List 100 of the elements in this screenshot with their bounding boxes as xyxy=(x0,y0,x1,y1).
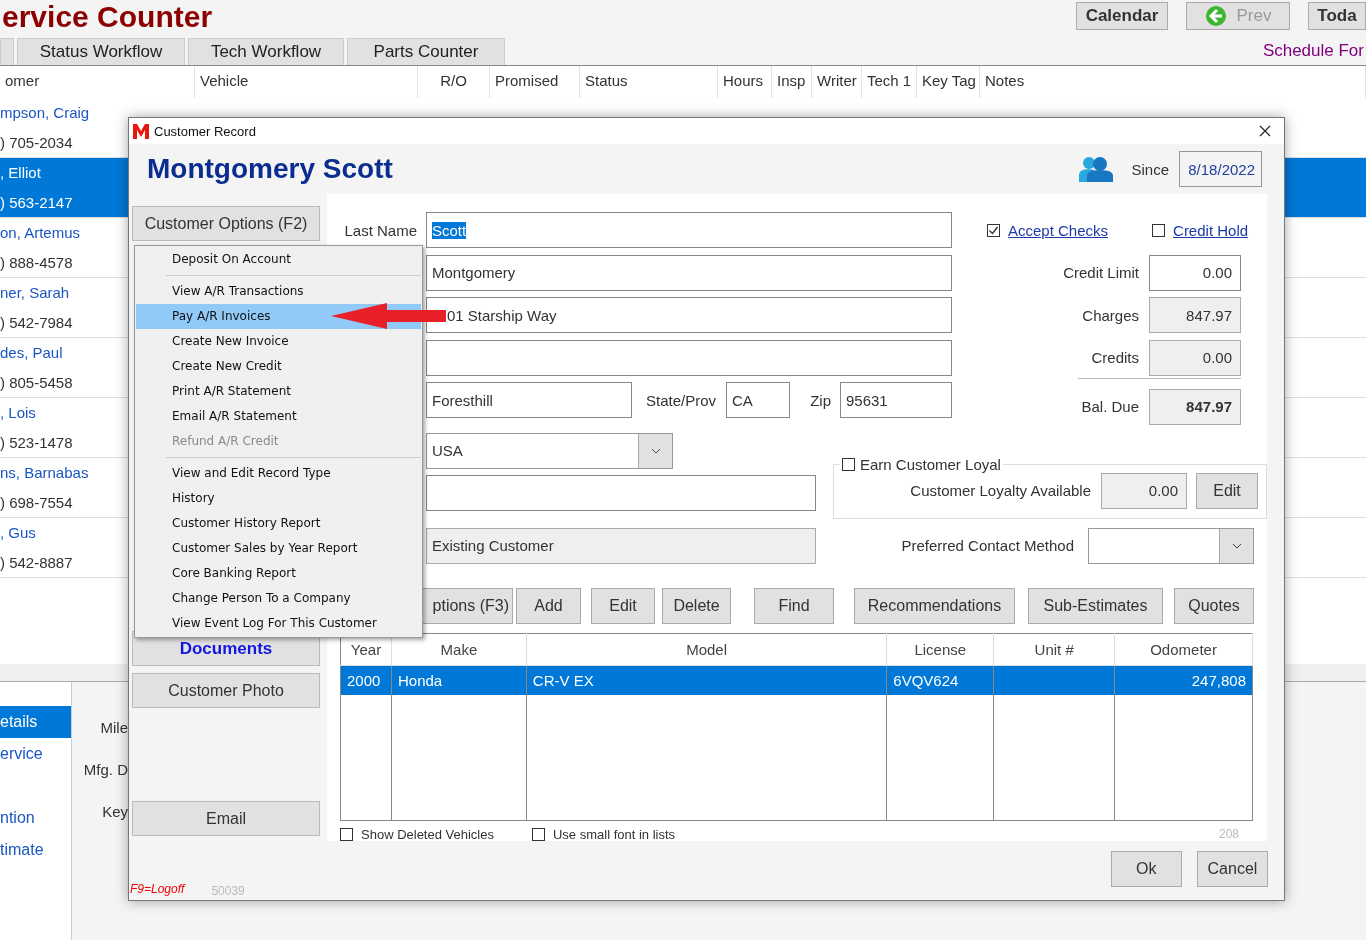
menu-item[interactable]: Create New Credit xyxy=(136,354,421,379)
action-button[interactable]: Find xyxy=(754,587,834,624)
phone-number: ) 523-1478 xyxy=(0,433,73,453)
vehicle-count: 208 xyxy=(1218,827,1239,841)
option-checkbox[interactable]: Use small font in lists xyxy=(532,826,676,842)
tab[interactable]: Status Workflow xyxy=(17,38,185,65)
toolbar-button[interactable]: Toda xyxy=(1308,2,1366,30)
contact-method-select[interactable] xyxy=(1088,527,1254,564)
field-label: Credit Limit xyxy=(1063,264,1140,281)
tab[interactable]: Parts Counter xyxy=(347,38,505,65)
amount-field[interactable]: 0.00 xyxy=(1149,254,1241,291)
app-logo-icon xyxy=(133,123,149,139)
phone-number: ) 698-7554 xyxy=(0,493,73,513)
menu-item[interactable]: History xyxy=(136,486,421,511)
edit-button[interactable]: Edit xyxy=(1196,472,1258,509)
nav-item[interactable]: ntion xyxy=(0,802,71,834)
city-field[interactable]: Foresthill xyxy=(426,382,632,418)
close-icon xyxy=(1259,125,1271,137)
customer-name: , Elliot xyxy=(0,163,41,183)
nav-item[interactable]: ervice xyxy=(0,738,71,770)
table-cell: Honda xyxy=(391,665,527,695)
field-label: State/Prov xyxy=(644,391,717,409)
checkbox[interactable] xyxy=(532,827,545,841)
customer-options-button[interactable]: Customer Options (F2) xyxy=(132,206,320,241)
text-field[interactable] xyxy=(426,474,816,511)
column-header[interactable]: Unit # xyxy=(993,633,1115,665)
field-label: Credits xyxy=(1091,349,1140,366)
customer-type-field[interactable]: Existing Customer xyxy=(426,527,816,564)
customer-name: , Lois xyxy=(0,403,36,423)
state-field[interactable]: CA xyxy=(726,382,790,418)
menu-item[interactable]: Customer History Report xyxy=(136,511,421,536)
loyalty-amount-field: 0.00 xyxy=(1101,472,1187,509)
zip-field[interactable]: 95631 xyxy=(840,382,952,418)
table-cell: 2000 xyxy=(340,665,392,695)
field-label: Preferred Contact Method xyxy=(901,537,1075,554)
menu-item[interactable]: Print A/R Statement xyxy=(136,379,421,404)
field-label: Zip xyxy=(809,391,832,409)
menu-item[interactable]: View and Edit Record Type xyxy=(136,461,421,486)
last-name-field[interactable]: Scott xyxy=(426,212,952,248)
menu-item[interactable]: Core Banking Report xyxy=(136,561,421,586)
customer-name: des, Paul xyxy=(0,343,63,363)
pointer-arrow-icon xyxy=(331,303,446,329)
field-label: Mile xyxy=(100,719,128,738)
address-field[interactable]: 01 Starship Way xyxy=(426,297,952,333)
customer-name: ner, Sarah xyxy=(0,283,70,303)
phone-number: ) 805-5458 xyxy=(0,373,73,393)
menu-item[interactable]: Deposit On Account xyxy=(136,247,421,272)
phone-number: ) 542-8887 xyxy=(0,553,73,573)
option-checkbox[interactable]: Show Deleted Vehicles xyxy=(340,826,494,842)
action-button[interactable]: Add xyxy=(516,587,581,624)
field-label: Mfg. D xyxy=(83,761,128,780)
phone-number: ) 888-4578 xyxy=(0,253,73,273)
nav-item[interactable]: timate xyxy=(0,834,71,866)
checkbox-label[interactable]: Accept Checks xyxy=(987,221,1109,239)
record-number: 50039 xyxy=(211,884,245,898)
field-label: Customer Loyalty Available xyxy=(910,482,1092,499)
first-name-field[interactable]: Montgomery xyxy=(426,254,952,291)
nav-item[interactable]: etails xyxy=(0,706,71,738)
customer-name: mpson, Craig xyxy=(0,103,90,123)
people-icon xyxy=(1079,156,1114,182)
chevron-down-icon xyxy=(650,447,661,454)
column-header[interactable]: License xyxy=(886,633,994,665)
table-cell: 6VQV624 xyxy=(886,665,994,695)
dialog-button[interactable]: Ok xyxy=(1110,851,1182,887)
email-button[interactable]: Email xyxy=(132,801,320,836)
window-title: Customer Record xyxy=(154,123,256,139)
field-label: Bal. Due xyxy=(1081,398,1140,415)
checkbox[interactable] xyxy=(842,457,855,471)
tab[interactable]: Tech Workflow xyxy=(188,38,344,65)
earn-loyalty-checkbox[interactable]: Earn Customer Loyal xyxy=(840,455,1003,473)
checkbox-label[interactable]: Credit Hold xyxy=(1152,221,1249,239)
checkbox[interactable] xyxy=(340,827,353,841)
action-button[interactable]: Recommendations xyxy=(854,587,1015,624)
dialog-button[interactable]: Cancel xyxy=(1196,851,1268,887)
menu-item[interactable]: Email A/R Statement xyxy=(136,404,421,429)
column-header[interactable]: Model xyxy=(526,633,887,665)
table-cell: 247,808 xyxy=(1114,665,1253,695)
customer-name: ns, Barnabas xyxy=(0,463,89,483)
action-button[interactable]: Sub-Estimates xyxy=(1028,587,1163,624)
phone-number: ) 563-2147 xyxy=(0,193,73,213)
phone-number: ) 705-2034 xyxy=(0,133,73,153)
checkbox[interactable] xyxy=(987,223,1000,237)
country-select[interactable]: USA xyxy=(426,432,673,469)
action-button[interactable]: Delete xyxy=(662,587,731,624)
schedule-link[interactable]: Schedule For xyxy=(1262,41,1364,61)
phone-number: ) 542-7984 xyxy=(0,313,73,333)
menu-item[interactable]: Customer Sales by Year Report xyxy=(136,536,421,561)
action-button[interactable]: Edit xyxy=(591,587,655,624)
since-date-field: 8/18/2022 xyxy=(1179,151,1262,187)
address-field[interactable] xyxy=(426,339,952,376)
checkbox[interactable] xyxy=(1152,223,1166,237)
menu-item[interactable]: View A/R Transactions xyxy=(136,279,421,304)
menu-item[interactable]: Create New Invoice xyxy=(136,329,421,354)
toolbar-button[interactable]: Calendar xyxy=(1076,2,1168,30)
customer-name: on, Artemus xyxy=(0,223,81,243)
action-button[interactable]: Quotes xyxy=(1174,587,1254,624)
customer-photo-button[interactable]: Customer Photo xyxy=(132,673,320,708)
table-cell: CR-V EX xyxy=(526,665,887,695)
column-header[interactable]: Odometer xyxy=(1114,633,1253,665)
app-title: ervice Counter xyxy=(2,0,213,34)
